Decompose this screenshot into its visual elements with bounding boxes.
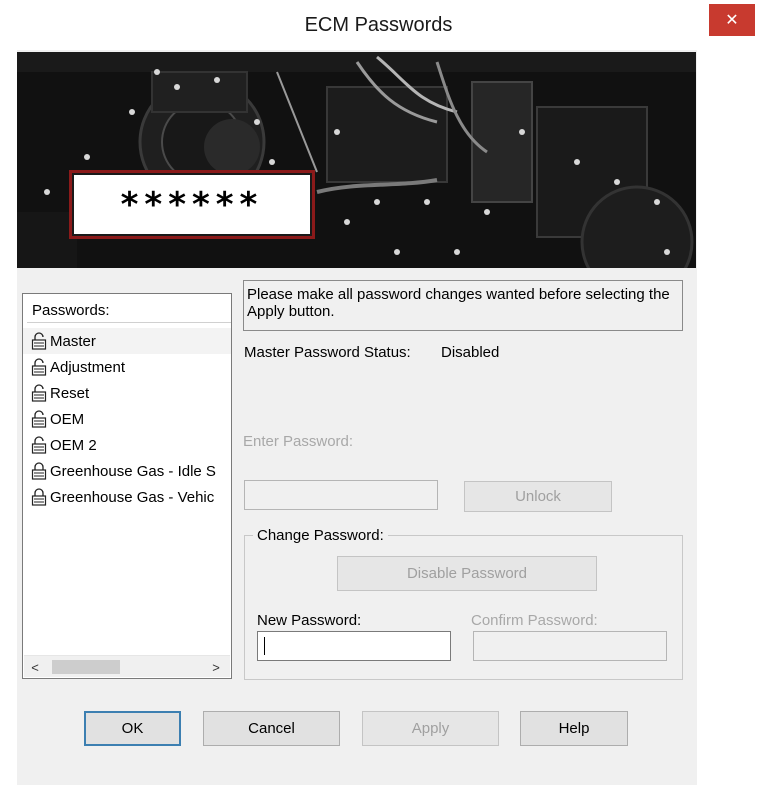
change-password-group-label: Change Password: xyxy=(253,527,388,544)
unlocked-padlock-icon xyxy=(31,384,47,402)
unlocked-padlock-icon xyxy=(31,358,47,376)
list-item-label: Greenhouse Gas - Vehic xyxy=(50,488,215,506)
list-header-divider xyxy=(27,322,231,323)
unlock-button[interactable]: Unlock xyxy=(464,481,612,512)
password-status-label: Master Password Status: xyxy=(244,344,411,361)
list-item-master[interactable]: Master xyxy=(23,328,231,354)
horizontal-scrollbar[interactable]: < > xyxy=(24,655,230,677)
unlocked-padlock-icon xyxy=(31,436,47,454)
list-item-label: OEM xyxy=(50,410,85,428)
passwords-items: Master Adjustment Reset OEM OEM 2 Greenh… xyxy=(23,328,231,510)
confirm-password-field[interactable] xyxy=(473,631,667,661)
locked-padlock-icon xyxy=(31,488,47,506)
cancel-button[interactable]: Cancel xyxy=(203,711,340,746)
window-title: ECM Passwords xyxy=(304,14,453,36)
list-item-reset[interactable]: Reset xyxy=(31,380,231,406)
help-button[interactable]: Help xyxy=(520,711,628,746)
list-item-label: Greenhouse Gas - Idle S xyxy=(50,462,216,480)
list-item-greenhouse-gas-vehicle[interactable]: Greenhouse Gas - Vehic xyxy=(31,484,231,510)
password-status-value: Disabled xyxy=(441,344,500,361)
list-item-oem-2[interactable]: OEM 2 xyxy=(31,432,231,458)
enter-password-label: Enter Password: xyxy=(243,433,354,450)
new-password-field[interactable] xyxy=(257,631,451,661)
unlocked-padlock-icon xyxy=(31,410,47,428)
list-item-label: Adjustment xyxy=(50,358,126,376)
scrollbar-thumb[interactable] xyxy=(52,660,120,674)
enter-password-field[interactable] xyxy=(244,480,438,510)
engine-banner-image: ****** xyxy=(17,52,696,268)
list-item-label: Master xyxy=(50,332,96,350)
disable-password-button[interactable]: Disable Password xyxy=(337,556,597,591)
close-button[interactable]: ✕ xyxy=(709,4,755,36)
masked-password-sign: ****** xyxy=(69,170,315,239)
title-bar: ECM Passwords ✕ xyxy=(0,0,757,50)
info-message: Please make all password changes wanted … xyxy=(243,280,683,331)
unlocked-padlock-icon xyxy=(31,332,47,350)
list-item-label: OEM 2 xyxy=(50,436,97,454)
close-icon: ✕ xyxy=(725,12,739,29)
new-password-label: New Password: xyxy=(257,612,362,629)
list-item-oem[interactable]: OEM xyxy=(31,406,231,432)
list-item-greenhouse-gas-idle[interactable]: Greenhouse Gas - Idle S xyxy=(31,458,231,484)
list-item-adjustment[interactable]: Adjustment xyxy=(31,354,231,380)
apply-button[interactable]: Apply xyxy=(362,711,499,746)
confirm-password-label: Confirm Password: xyxy=(471,612,598,629)
passwords-list-header: Passwords: xyxy=(32,302,110,319)
list-item-label: Reset xyxy=(50,384,90,402)
passwords-listbox[interactable]: Passwords: Master Adjustment Reset OEM O… xyxy=(22,293,232,679)
text-caret xyxy=(264,637,265,655)
scroll-left-arrow-icon[interactable]: < xyxy=(27,658,43,676)
scroll-right-arrow-icon[interactable]: > xyxy=(208,658,224,676)
locked-padlock-icon xyxy=(31,462,47,480)
ok-button[interactable]: OK xyxy=(84,711,181,746)
